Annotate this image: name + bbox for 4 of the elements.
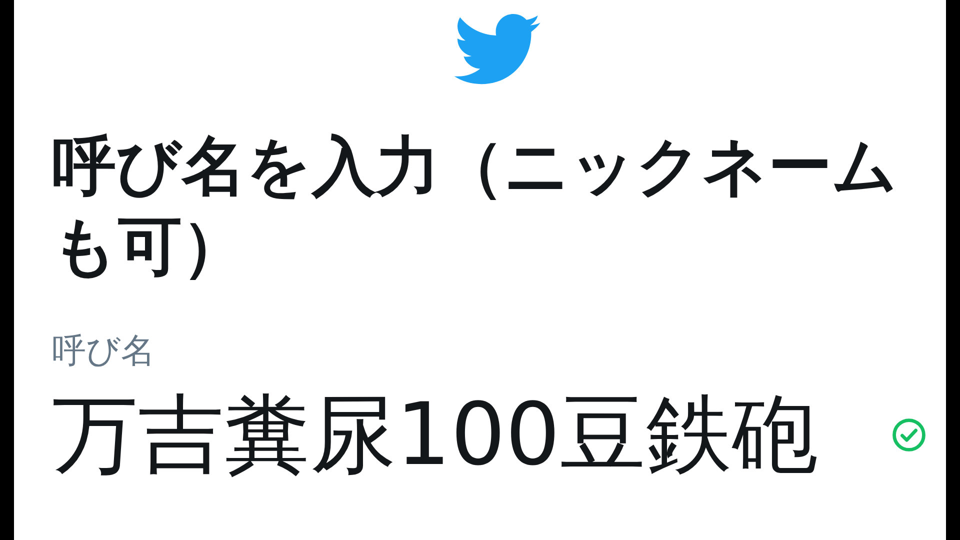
field-label: 呼び名 [52, 331, 155, 371]
page-heading: 呼び名を入力（ニックネームも可） [52, 129, 899, 286]
bird-logo-icon [454, 14, 542, 87]
nickname-field[interactable]: 万吉糞尿100豆鉄砲 [52, 385, 862, 485]
